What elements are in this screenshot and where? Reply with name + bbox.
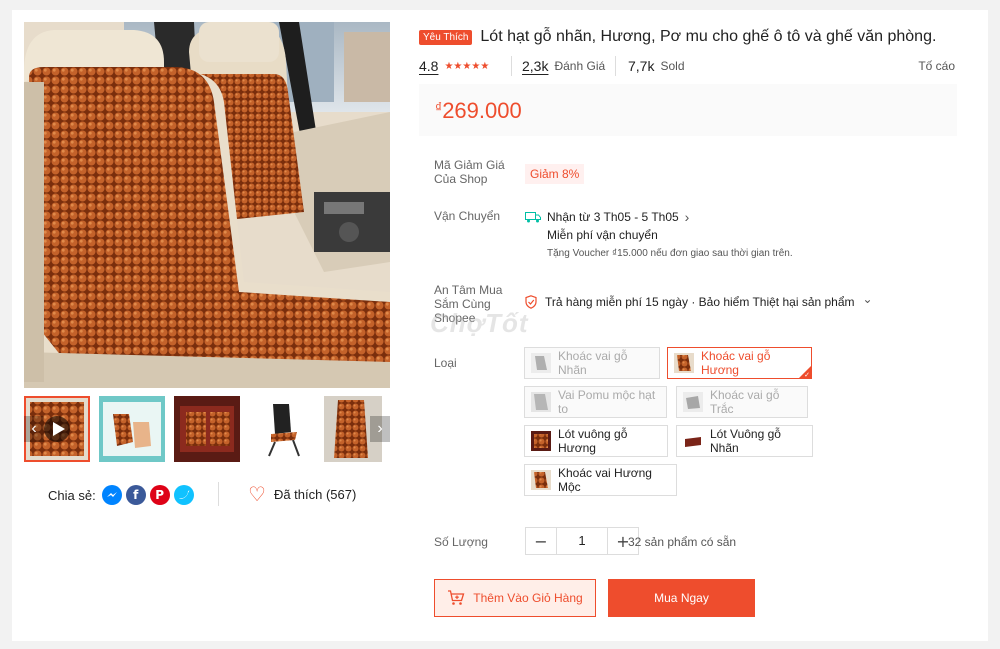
stock-count: 32 sản phẩm có sẵn	[628, 535, 737, 549]
like-count: Đã thích (567)	[273, 486, 357, 502]
add-to-cart-button[interactable]: Thêm Vào Giỏ Hàng	[434, 579, 596, 617]
product-title-row: Yêu Thích Lót hạt gỗ nhãn, Hương, Pơ mu …	[419, 28, 936, 46]
shipping-eta-text: Nhận từ 3 Th05 - 5 Th05	[547, 210, 679, 224]
product-stats: 4.8 ★★★★★ 2,3k Đánh Giá 7,7k Sold Tố cáo	[419, 56, 955, 78]
price: ₫269.000	[435, 98, 522, 124]
main-product-image[interactable]	[24, 22, 390, 388]
star-rating-icon: ★★★★★	[444, 60, 490, 72]
thumbnail-strip: ‹ ›	[24, 396, 390, 462]
shipping-note: Tặng Voucher ₫15.000 nếu đơn giao sau th…	[547, 248, 793, 259]
chevron-down-icon: ⌄	[862, 292, 873, 306]
facebook-icon[interactable]: f	[125, 485, 146, 505]
pinterest-icon[interactable]: P	[149, 485, 170, 505]
variant-option[interactable]: Khoác vai Hương Mộc	[524, 464, 677, 496]
share-bar: Chia sẻ: f P	[48, 485, 198, 505]
watermark: ChợTốt	[430, 308, 529, 338]
variant-option[interactable]: Khoác vai gỗ Trắc	[676, 386, 808, 418]
favorite-badge: Yêu Thích	[419, 29, 473, 45]
shipping-label: Vận Chuyển	[434, 209, 501, 223]
reviews-count: 2,3k	[522, 58, 549, 74]
messenger-icon[interactable]	[101, 485, 122, 505]
rating[interactable]: 4.8 ★★★★★	[419, 58, 489, 74]
price-box: ₫269.000	[419, 84, 957, 136]
buy-now-label: Mua Ngay	[654, 591, 709, 605]
like-button[interactable]: ♡ Đã thích (567)	[248, 482, 357, 506]
thumbnail-2[interactable]	[99, 396, 165, 462]
heart-icon: ♡	[248, 482, 266, 506]
twitter-icon[interactable]	[173, 485, 194, 505]
variant-option[interactable]: Khoác vai gỗ Nhãn	[524, 347, 660, 379]
variant-label: Loại	[434, 356, 457, 370]
chevron-right-icon[interactable]: ›	[370, 416, 390, 442]
voucher-label: Mã Giảm Giá Của Shop	[434, 158, 505, 186]
variant-option[interactable]: Lót vuông gỗ Hương	[524, 425, 668, 457]
truck-icon	[525, 211, 541, 222]
report-link[interactable]: Tố cáo	[918, 59, 955, 73]
variant-option[interactable]: Lót Vuông gỗ Nhãn	[676, 425, 813, 457]
thumbnail-4[interactable]	[249, 396, 315, 462]
quantity-stepper: − 1 +	[525, 527, 639, 555]
shield-icon	[525, 295, 537, 309]
quantity-input[interactable]: 1	[557, 527, 607, 555]
voucher-badge[interactable]: Giảm 8%	[525, 164, 585, 184]
variant-option-selected[interactable]: Khoác vai gỗ Hương ✓	[667, 347, 812, 379]
sold: 7,7k Sold	[628, 58, 685, 74]
stats-divider	[511, 56, 512, 76]
reviews-label: Đánh Giá	[554, 59, 606, 73]
free-shipping: Miễn phí vận chuyển	[547, 228, 658, 242]
rating-value: 4.8	[419, 58, 439, 74]
sold-count: 7,7k	[628, 58, 655, 74]
stats-divider	[615, 56, 616, 76]
sold-label: Sold	[660, 59, 685, 73]
guarantee-info[interactable]: Trả hàng miễn phí 15 ngày · Bảo hiểm Thi…	[525, 292, 873, 309]
buy-now-button[interactable]: Mua Ngay	[608, 579, 755, 617]
add-to-cart-label: Thêm Vào Giỏ Hàng	[473, 591, 583, 605]
variant-option[interactable]: Vai Pomu mộc hạt to	[524, 386, 667, 418]
chevron-right-icon: ›	[684, 209, 690, 225]
currency-symbol: ₫	[435, 99, 443, 115]
share-divider	[218, 482, 219, 506]
thumbnail-3[interactable]	[174, 396, 240, 462]
guarantee-text: Trả hàng miễn phí 15 ngày · Bảo hiểm Thi…	[545, 295, 855, 309]
shipping-eta[interactable]: Nhận từ 3 Th05 - 5 Th05 ›	[525, 209, 689, 225]
share-label: Chia sẻ:	[48, 487, 96, 503]
reviews[interactable]: 2,3k Đánh Giá	[522, 58, 605, 74]
chevron-left-icon[interactable]: ‹	[24, 416, 44, 442]
quantity-label: Số Lượng	[434, 535, 488, 549]
decrease-button[interactable]: −	[525, 527, 557, 555]
price-value: 269.000	[442, 98, 522, 123]
product-title: Lót hạt gỗ nhãn, Hương, Pơ mu cho ghế ô …	[480, 28, 937, 45]
cart-icon	[448, 590, 465, 605]
